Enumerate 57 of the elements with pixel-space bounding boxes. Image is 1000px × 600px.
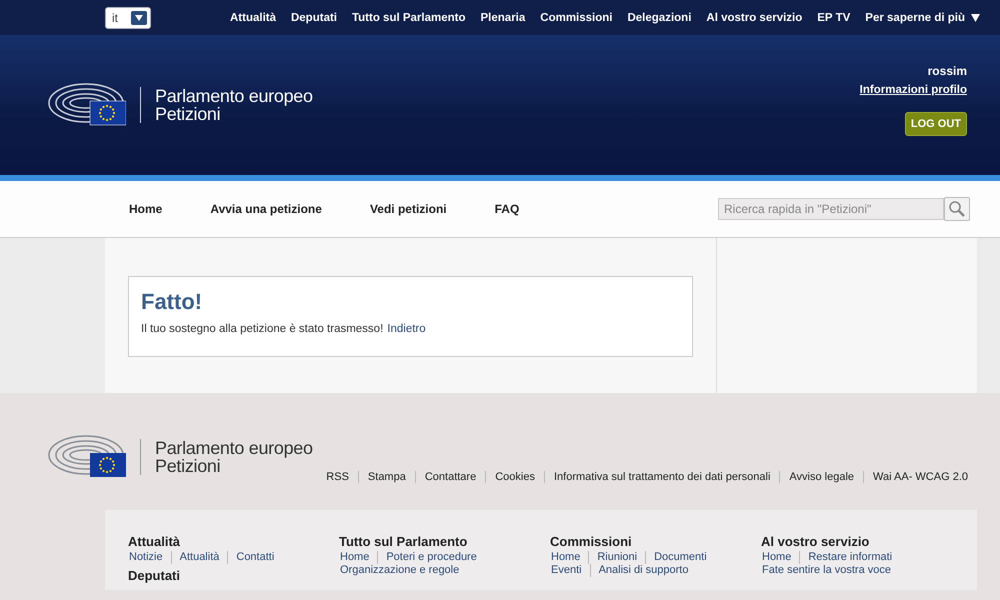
top-menu-link[interactable]: Per saperne di più [865, 12, 965, 24]
sitemap-link[interactable]: Restare informati [799, 551, 900, 564]
footer-link[interactable]: Informativa sul trattamento dei dati personali [544, 471, 780, 483]
username: rossim [928, 64, 967, 78]
parliament-logo-icon [48, 435, 126, 479]
sitemap-link[interactable]: Home [761, 551, 800, 564]
top-menu-link[interactable]: Deputati [290, 12, 337, 24]
message-title: Fatto! [141, 289, 204, 315]
language-select[interactable]: it [105, 6, 151, 28]
message-text: Il tuo sostegno alla petizione è stato trasmesso! [141, 323, 384, 335]
nav-link[interactable]: Vedi petizioni [370, 202, 447, 216]
sitemap-link[interactable]: Contatti [227, 551, 282, 564]
sitemap-link[interactable]: Poteri e procedure [377, 551, 485, 564]
search-button[interactable] [944, 197, 970, 221]
parliament-logo-icon [48, 83, 126, 127]
top-menu-link[interactable]: Al vostro servizio [706, 12, 802, 24]
sitemap-link[interactable]: Notizie [128, 551, 171, 564]
back-link[interactable]: Indietro [387, 323, 426, 335]
nav-link[interactable]: FAQ [494, 202, 520, 216]
sitemap-link[interactable]: Riunioni [588, 551, 646, 564]
top-menu-link[interactable]: Attualità [230, 12, 276, 24]
top-menu-link[interactable]: Commissioni [540, 12, 612, 24]
sitemap-link[interactable]: Home [339, 551, 378, 564]
sitemap-heading: Al vostro servizio [761, 534, 870, 549]
sitemap-link[interactable]: Fate sentire la vostra voce [761, 564, 900, 577]
footer-link[interactable]: Contattare [414, 471, 486, 483]
nav-link[interactable]: Home [129, 202, 162, 216]
footer-link[interactable]: Avviso legale [779, 471, 864, 483]
sitemap-link[interactable]: Attualità [170, 551, 228, 564]
sitemap-link[interactable]: Eventi [550, 564, 590, 577]
search-field[interactable]: Ricerca rapida in "Petizioni" [718, 198, 944, 220]
top-menu-link[interactable]: Delegazioni [627, 12, 692, 24]
sitemap-heading: Commissioni [550, 534, 633, 549]
search-icon [948, 200, 966, 218]
site-title: Petizioni [155, 105, 222, 123]
sitemap-heading: Deputati [128, 568, 181, 583]
sitemap-link[interactable]: Home [550, 551, 588, 564]
footer-link[interactable]: Cookies [485, 471, 544, 483]
site-title: Parlamento europeo [155, 439, 313, 457]
site-title: Parlamento europeo [155, 87, 313, 105]
logout-button[interactable]: LOG OUT [904, 112, 967, 136]
sitemap-link[interactable]: Organizzazione e regole [339, 564, 468, 577]
profile-link[interactable]: Informazioni profilo [860, 84, 967, 96]
sitemap-heading: Attualità [128, 534, 181, 549]
top-menu-link[interactable]: Tutto sul Parlamento [352, 12, 466, 24]
footer-link[interactable]: Stampa [358, 471, 415, 483]
footer-link[interactable]: Wai AA- WCAG 2.0 [863, 471, 977, 483]
top-menu-link[interactable]: Plenaria [480, 12, 526, 24]
sitemap-link[interactable]: Analisi di supporto [590, 564, 696, 577]
sitemap-link[interactable]: Documenti [645, 551, 715, 564]
caret-icon [971, 14, 980, 22]
sitemap-heading: Tutto sul Parlamento [339, 534, 468, 549]
dropdown-icon [131, 10, 147, 24]
footer-link[interactable]: RSS [317, 471, 358, 483]
nav-link[interactable]: Avvia una petizione [210, 202, 322, 216]
top-menu-link[interactable]: EP TV [817, 12, 850, 24]
site-title: Petizioni [155, 457, 222, 475]
